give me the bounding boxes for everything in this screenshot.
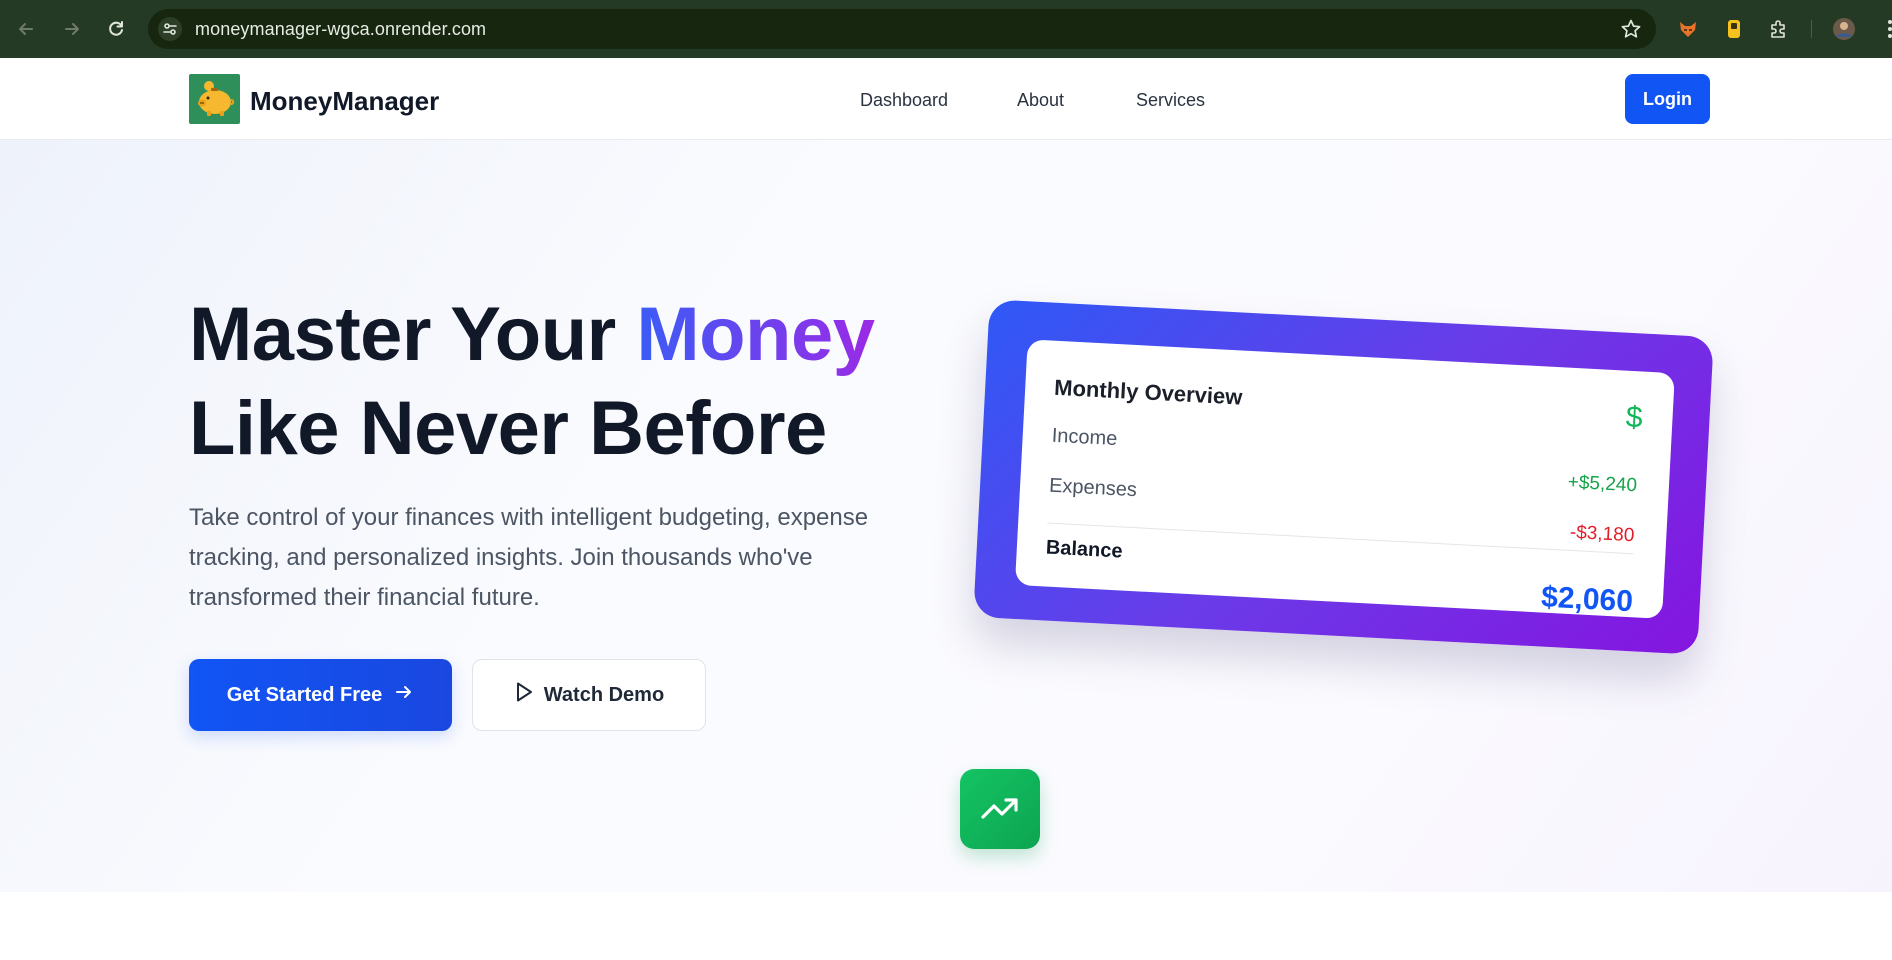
headline-part-1: Master Your xyxy=(189,292,637,377)
card-title: Monthly Overview xyxy=(1053,374,1243,410)
browser-toolbar: moneymanager-wgca.onrender.com xyxy=(0,0,1892,58)
piggy-bank-icon[interactable] xyxy=(189,74,240,124)
site-navbar: MoneyManager Dashboard About Services Lo… xyxy=(0,58,1892,140)
toolbar-divider xyxy=(1811,20,1812,38)
dollar-icon: $ xyxy=(1624,400,1644,435)
headline-line-2: Like Never Before xyxy=(189,386,827,471)
watch-demo-label: Watch Demo xyxy=(543,683,665,706)
reload-icon[interactable] xyxy=(103,14,129,44)
expenses-value: -$3,180 xyxy=(1569,521,1635,547)
brand-name[interactable]: MoneyManager xyxy=(250,86,439,117)
trending-up-icon xyxy=(960,769,1040,849)
url-text[interactable]: moneymanager-wgca.onrender.com xyxy=(195,19,486,40)
login-button[interactable]: Login xyxy=(1625,74,1710,124)
income-value: +$5,240 xyxy=(1567,471,1638,497)
kebab-menu-icon[interactable] xyxy=(1878,17,1892,41)
card-content: Monthly Overview $ Income +$5,240 Expens… xyxy=(1014,339,1675,619)
nav-link-dashboard[interactable]: Dashboard xyxy=(860,90,948,111)
hero-headline: Master Your Money Like Never Before xyxy=(189,288,875,476)
nav-link-about[interactable]: About xyxy=(1017,90,1064,111)
address-bar[interactable]: moneymanager-wgca.onrender.com xyxy=(148,9,1656,49)
watch-demo-button[interactable]: Watch Demo xyxy=(472,659,706,731)
fox-extension-icon[interactable] xyxy=(1676,17,1700,41)
arrow-right-icon xyxy=(394,682,414,708)
back-arrow-icon[interactable] xyxy=(13,14,39,44)
headline-accent-word: Money xyxy=(636,292,875,377)
hero-subtitle: Take control of your finances with intel… xyxy=(189,504,869,611)
expenses-label: Expenses xyxy=(1048,474,1138,502)
balance-value: $2,060 xyxy=(1540,580,1634,619)
yellow-extension-icon[interactable] xyxy=(1722,17,1746,41)
monthly-overview-card: Monthly Overview $ Income +$5,240 Expens… xyxy=(973,299,1714,655)
profile-avatar-icon[interactable] xyxy=(1832,17,1856,41)
play-icon xyxy=(514,681,534,709)
puzzle-extensions-icon[interactable] xyxy=(1767,17,1791,41)
site-info-icon[interactable] xyxy=(158,17,182,41)
income-label: Income xyxy=(1051,424,1118,451)
nav-link-services[interactable]: Services xyxy=(1136,90,1205,111)
card-divider xyxy=(1047,522,1634,555)
hero-section: Master Your Money Like Never Before Take… xyxy=(0,140,1892,892)
get-started-button[interactable]: Get Started Free xyxy=(189,659,452,731)
balance-label: Balance xyxy=(1045,536,1124,563)
get-started-label: Get Started Free xyxy=(226,683,383,706)
bookmark-star-icon[interactable] xyxy=(1620,18,1642,45)
forward-arrow-icon[interactable] xyxy=(59,14,85,44)
